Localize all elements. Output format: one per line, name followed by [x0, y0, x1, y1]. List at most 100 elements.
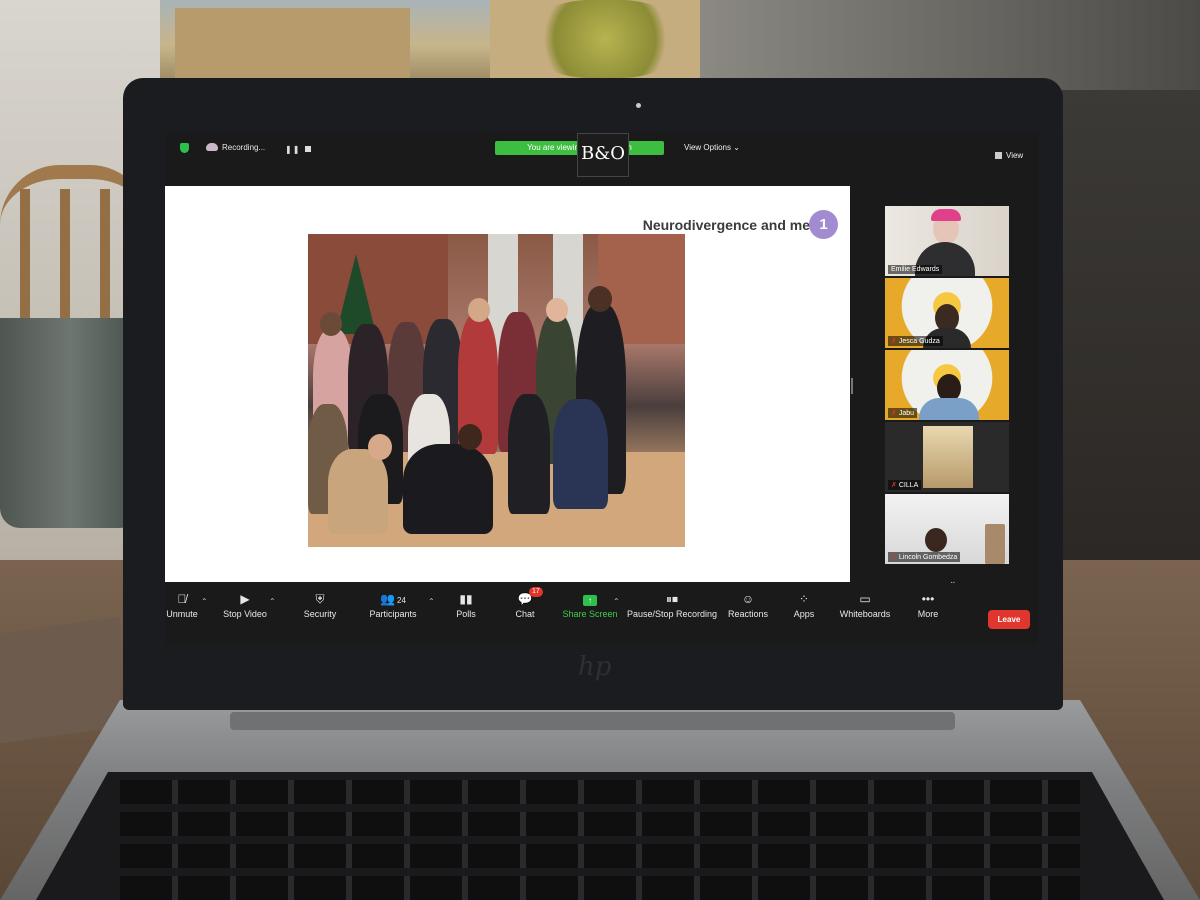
participant-tile[interactable]: Emilie Edwards: [885, 206, 1009, 276]
hp-logo: hp: [578, 652, 612, 682]
chair-slat: [20, 189, 30, 339]
participant-gallery: Emilie Edwards ✗ Jesca Gudza ✗ Jabu ✗ CILLA…: [885, 206, 1009, 631]
chat-unread-badge: 17: [529, 587, 543, 597]
whiteboards-button[interactable]: ▭ Whiteboards: [830, 593, 900, 619]
photo-person: [553, 399, 608, 509]
meeting-toolbar: 🎙̸ Unmute ⌃ ▶ Stop Video ⌃ ⛨ Security 👥 2…: [165, 583, 1038, 645]
reactions-label: Reactions: [727, 609, 769, 619]
chat-label: Chat: [515, 609, 535, 619]
notebook: [0, 616, 120, 744]
chat-button[interactable]: 💬 17 Chat: [490, 587, 560, 619]
photo-person: [328, 449, 388, 534]
security-label: Security: [303, 609, 337, 619]
participant-name: Emilie Edwards: [888, 265, 943, 274]
webcam: [636, 103, 641, 108]
participant-name: ✗ Jabu: [888, 408, 918, 418]
participant-name: ✗ Jesca Gudza: [888, 336, 943, 346]
key-row: [120, 876, 1080, 900]
shelf: [1060, 90, 1200, 610]
participant-name: ✗ CILLA: [888, 480, 922, 490]
video-options-chevron-icon[interactable]: ⌃: [269, 597, 276, 606]
tree: [530, 0, 680, 78]
key-row: [120, 812, 1080, 836]
laptop-keyboard: [36, 772, 1164, 900]
mic-muted-icon: ✗: [891, 410, 897, 417]
more-dots-icon: •••: [921, 592, 935, 606]
laptop-hinge: [230, 712, 955, 730]
ceramic-pot: [0, 318, 140, 528]
participants-icon: 👥 24: [380, 592, 406, 606]
photo-head: [546, 298, 568, 322]
key-row: [120, 844, 1080, 868]
cloud-recording-icon: [206, 143, 218, 151]
chat-bubble-icon: 💬 17: [517, 587, 543, 605]
participant-tile[interactable]: ✗ Jesca Gudza: [885, 278, 1009, 348]
whiteboard-icon: ▭: [859, 592, 871, 606]
chair-slat: [60, 189, 70, 339]
participant-face: [925, 528, 947, 552]
shared-slide: Neurodivergence and me 1: [165, 186, 850, 582]
bang-olufsen-logo: B&O: [577, 133, 629, 177]
security-shield-icon[interactable]: [180, 143, 189, 153]
window-view: [160, 0, 700, 82]
participants-button[interactable]: 👥 24 Participants: [358, 593, 428, 619]
share-screen-icon: ↑: [582, 593, 598, 606]
pause-stop-icon: ⏸⏹: [665, 592, 678, 606]
photo-person: [403, 444, 493, 534]
photo-head: [320, 312, 342, 336]
slide-number-badge: 1: [809, 210, 838, 239]
photo-head: [458, 424, 482, 450]
pause-recording-icon[interactable]: ❚❚: [285, 145, 300, 154]
pause-stop-recording-button[interactable]: ⏸⏹ Pause/Stop Recording: [622, 593, 722, 619]
participant-name: ✗ Lincoln Gombedza: [888, 552, 961, 562]
video-camera-icon: ▶: [240, 592, 250, 606]
emoji-plus-icon: ☺: [741, 592, 755, 606]
mic-muted-icon: ✗: [891, 554, 897, 561]
zoom-top-bar: Recording... ❚❚ You are viewing Em… scre…: [165, 133, 1038, 177]
pause-stop-recording-label: Pause/Stop Recording: [626, 609, 718, 619]
more-label: More: [917, 609, 939, 619]
leave-button[interactable]: Leave: [988, 610, 1030, 629]
polls-label: Polls: [456, 609, 476, 619]
photo-head: [368, 434, 392, 460]
participant-video: [923, 426, 973, 488]
mic-muted-icon: ✗: [891, 338, 897, 345]
view-options-menu[interactable]: View Options ⌄: [684, 143, 740, 152]
chair-slat: [100, 189, 110, 339]
apps-button[interactable]: ⁘ Apps: [769, 593, 839, 619]
key-row: [120, 780, 1080, 804]
apps-label: Apps: [793, 609, 815, 619]
shield-icon: ⛨: [315, 592, 325, 606]
photo-head: [588, 286, 612, 312]
zoom-window: Recording... ❚❚ You are viewing Em… scre…: [165, 133, 1038, 645]
unmute-label: Unmute: [166, 609, 198, 619]
participant-tile[interactable]: ✗ CILLA: [885, 422, 1009, 492]
mic-muted-icon: ✗: [891, 482, 897, 489]
share-screen-label: Share Screen: [562, 609, 618, 619]
mic-off-icon: 🎙̸: [177, 592, 187, 606]
audio-options-chevron-icon[interactable]: ⌃: [201, 597, 208, 606]
participant-tile[interactable]: ✗ Jabu: [885, 350, 1009, 420]
share-options-chevron-icon[interactable]: ⌃: [613, 597, 620, 606]
brick-house: [175, 8, 410, 78]
slide-title: Neurodivergence and me: [642, 217, 810, 233]
bar-chart-icon: ▮▮: [459, 592, 473, 606]
group-photo: [308, 234, 685, 547]
whiteboards-label: Whiteboards: [839, 609, 891, 619]
view-toggle[interactable]: View: [995, 151, 1023, 160]
pink-hair: [931, 209, 961, 221]
stop-recording-icon[interactable]: [305, 146, 311, 152]
participants-count: 24: [397, 596, 406, 605]
participant-body: [919, 398, 979, 420]
apps-grid-icon: ⁘: [798, 592, 810, 606]
more-button[interactable]: ••• More: [893, 593, 963, 619]
photo-person: [508, 394, 550, 514]
recording-status: Recording...: [222, 143, 266, 152]
panel-resize-handle[interactable]: [851, 378, 853, 394]
security-button[interactable]: ⛨ Security: [285, 593, 355, 619]
background-object: [985, 524, 1005, 564]
photo-head: [468, 298, 490, 322]
participant-tile[interactable]: ✗ Lincoln Gombedza: [885, 494, 1009, 564]
stop-video-label: Stop Video: [223, 609, 267, 619]
participants-label: Participants: [369, 609, 417, 619]
